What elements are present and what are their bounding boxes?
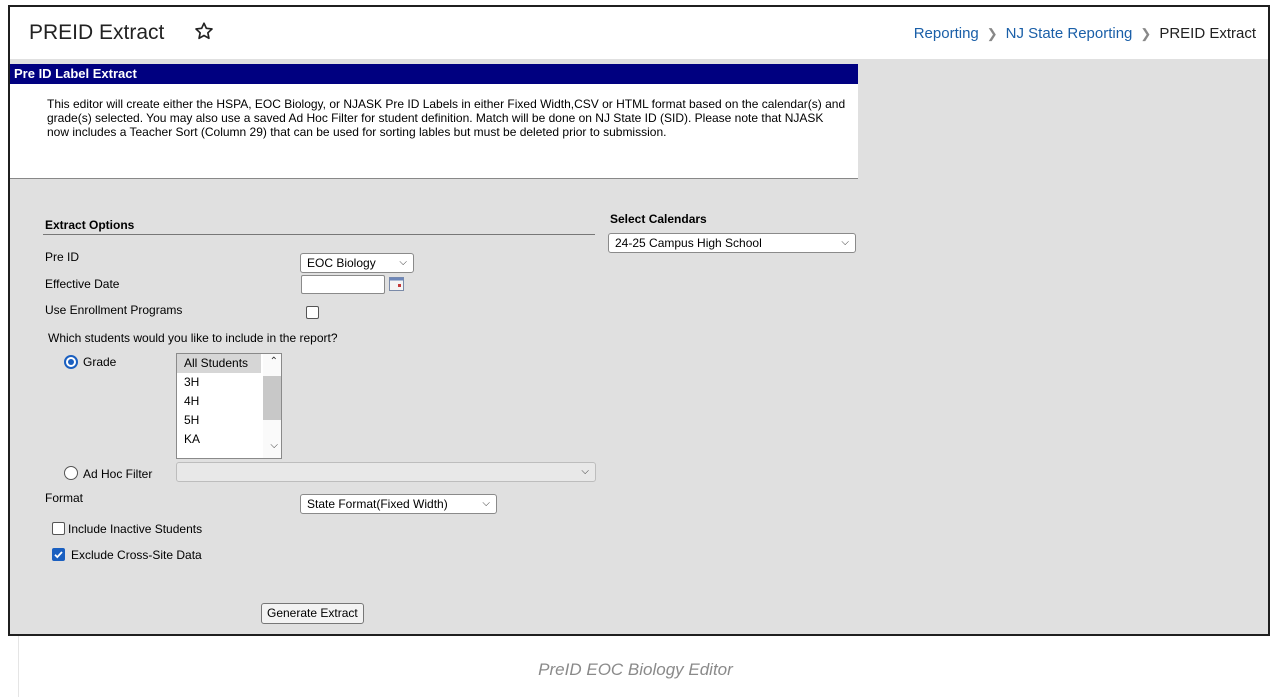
- grade-option[interactable]: 4H: [177, 392, 261, 411]
- chevron-down-icon: ⌵: [482, 498, 490, 509]
- format-select-value: State Format(Fixed Width): [307, 497, 448, 511]
- grade-option[interactable]: All Students: [177, 354, 261, 373]
- effective-date-label: Effective Date: [45, 277, 120, 291]
- select-calendars-heading: Select Calendars: [610, 212, 707, 226]
- calendar-select[interactable]: 24-25 Campus High School ⌵: [608, 233, 856, 253]
- breadcrumb-current: PREID Extract: [1159, 25, 1256, 42]
- calendar-select-value: 24-25 Campus High School: [615, 236, 762, 250]
- breadcrumb: Reporting ❯ NJ State Reporting ❯ PREID E…: [914, 25, 1256, 42]
- page-header: PREID Extract Reporting ❯ NJ State Repor…: [10, 7, 1268, 60]
- breadcrumb-reporting[interactable]: Reporting: [914, 25, 979, 42]
- exclude-cross-site-checkbox[interactable]: [52, 548, 65, 561]
- format-label: Format: [45, 491, 84, 505]
- extract-options-heading: Extract Options: [45, 218, 135, 232]
- editor-frame: PREID Extract Reporting ❯ NJ State Repor…: [8, 5, 1270, 636]
- students-question: Which students would you like to include…: [48, 331, 338, 345]
- use-enrollment-programs-checkbox[interactable]: [306, 306, 319, 319]
- editor-content: Pre ID Label Extract This editor will cr…: [10, 59, 1268, 634]
- panel-description: This editor will create either the HSPA,…: [10, 84, 858, 179]
- grade-label: Grade: [83, 355, 117, 369]
- pre-id-select[interactable]: EOC Biology ⌵: [300, 253, 414, 273]
- breadcrumb-nj-state-reporting[interactable]: NJ State Reporting: [1006, 25, 1133, 42]
- effective-date-input[interactable]: [301, 275, 385, 294]
- include-inactive-label: Include Inactive Students: [68, 522, 203, 536]
- pre-id-label: Pre ID: [45, 250, 80, 264]
- page-title: PREID Extract: [29, 21, 165, 44]
- figure-caption: PreID EOC Biology Editor: [538, 660, 733, 679]
- generate-extract-button[interactable]: Generate Extract: [261, 603, 364, 624]
- scroll-down-icon[interactable]: ⌵: [270, 440, 278, 451]
- use-enrollment-programs-label: Use Enrollment Programs: [45, 303, 183, 317]
- checkmark-icon: [54, 551, 63, 559]
- scroll-up-icon[interactable]: ⌃: [270, 356, 278, 367]
- chevron-down-icon: ⌵: [581, 466, 589, 477]
- chevron-down-icon: ⌵: [399, 257, 407, 268]
- chevron-down-icon: ⌵: [841, 237, 849, 248]
- grade-listbox[interactable]: All Students 3H 4H 5H KA ⌃ ⌵: [176, 353, 282, 459]
- grade-option[interactable]: 3H: [177, 373, 261, 392]
- format-select[interactable]: State Format(Fixed Width) ⌵: [300, 494, 497, 514]
- panel-title: Pre ID Label Extract: [10, 64, 858, 84]
- grade-option[interactable]: 5H: [177, 411, 261, 430]
- ad-hoc-filter-select[interactable]: ⌵: [176, 462, 596, 482]
- grade-option[interactable]: KA: [177, 430, 261, 449]
- star-icon[interactable]: [193, 20, 215, 42]
- section-divider: [43, 234, 595, 235]
- ad-hoc-filter-radio[interactable]: [64, 466, 78, 480]
- pre-id-select-value: EOC Biology: [307, 256, 376, 270]
- chevron-right-icon: ❯: [1140, 25, 1152, 41]
- exclude-cross-site-label: Exclude Cross-Site Data: [71, 548, 202, 562]
- grade-radio[interactable]: [64, 355, 78, 369]
- calendar-icon[interactable]: [389, 277, 404, 291]
- chevron-right-icon: ❯: [986, 25, 998, 41]
- ad-hoc-filter-label: Ad Hoc Filter: [83, 467, 153, 481]
- include-inactive-checkbox[interactable]: [52, 522, 65, 535]
- description-text: This editor will create either the HSPA,…: [47, 97, 846, 139]
- listbox-scrollbar-thumb[interactable]: [263, 376, 281, 420]
